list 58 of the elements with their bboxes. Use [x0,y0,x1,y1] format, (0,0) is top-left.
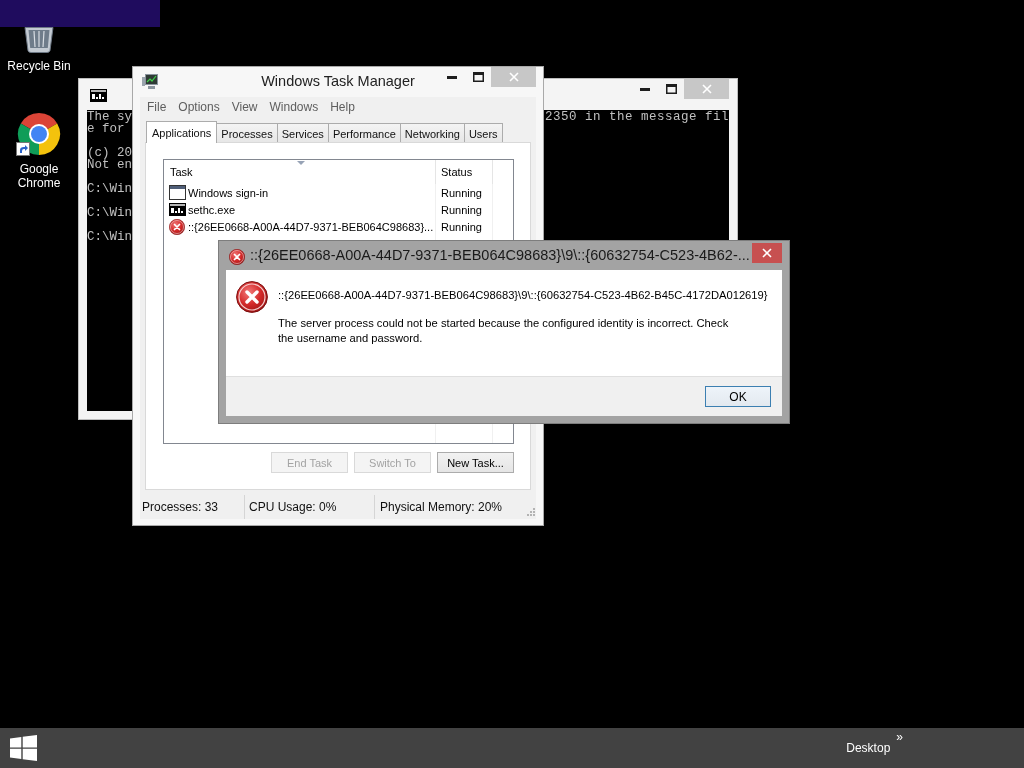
window-panes-icon [10,735,37,761]
desktop-icon-label[interactable]: Google Chrome [3,162,75,190]
tab[interactable]: Users [464,123,503,143]
close-icon [701,84,712,94]
trash-bin-icon[interactable] [24,27,54,53]
column-header[interactable]: Status [436,160,493,184]
menu-item[interactable]: File [141,99,173,114]
monitor-icon [142,74,158,89]
task-action-button[interactable]: New Task... [437,452,514,473]
console-text: e for [87,123,125,135]
console-text: C:\Win [87,207,132,219]
window-icon [169,185,186,200]
console-text: (c) 20 [87,147,132,159]
error-message: The server process could not be started because the configured identity is incorrect. Check the username and password. [278,316,730,346]
tab[interactable]: Networking [400,123,465,143]
minimize-icon [640,87,650,91]
resize-grip-icon[interactable] [525,506,535,516]
maximize-icon [472,72,484,82]
status-text: Physical Memory: 20% [380,500,503,514]
tab[interactable]: Applications [146,121,218,143]
menu-item[interactable]: View [225,99,264,114]
tab[interactable]: Performance [328,123,401,143]
close-icon [508,72,519,82]
console-text: 2350 in the message fil [544,111,729,123]
error-icon [229,249,245,265]
close-button[interactable] [752,243,782,263]
error-icon [169,218,185,235]
dialog-title: ::{26EE0668-A00A-44D7-9371-BEB064C98683}\9\::{60632754-C523-4B62-... [250,246,751,264]
desktop-toolbar-label: Desktop [846,741,891,755]
window-title: Windows Task Manager [261,72,415,91]
status-text: Processes: 33 [142,500,219,514]
chevron-button[interactable]: » [896,731,903,743]
tab[interactable]: Processes [217,123,278,143]
task-status: Running [440,203,483,216]
status-text: CPU Usage: 0% [249,500,337,514]
desktop-icon-label[interactable]: Recycle Bin [7,59,71,73]
error-heading: ::{26EE0668-A00A-44D7-9371-BEB064C98683}\9\::{60632754-C523-4B62-B45C-4172DA012619} [278,288,768,303]
error-icon [236,281,268,313]
task-status: Running [440,220,483,233]
close-icon [762,248,772,258]
task-name[interactable]: Windows sign-in [188,186,269,199]
start-button[interactable] [8,733,39,763]
task-name[interactable]: sethc.exe [188,203,236,216]
console-icon [169,203,186,216]
console-text: Not en [87,159,132,171]
console-text: C:\Win [87,183,132,195]
dialog-button[interactable]: OK [705,386,771,407]
console-icon [90,89,107,102]
menu-item[interactable]: Windows [263,99,325,114]
menu-item[interactable]: Options [172,99,226,114]
console-text: C:\Win [87,231,132,243]
menu-item[interactable]: Help [324,99,361,114]
maximize-icon [665,84,677,94]
tab[interactable]: Services [277,123,329,143]
console-text: The sy [87,111,132,123]
task-name[interactable]: ::{26EE0668-A00A-44D7-9371-BEB064C98683}... [188,220,434,233]
sort-arrow-icon [297,161,305,165]
task-status: Running [440,186,483,199]
